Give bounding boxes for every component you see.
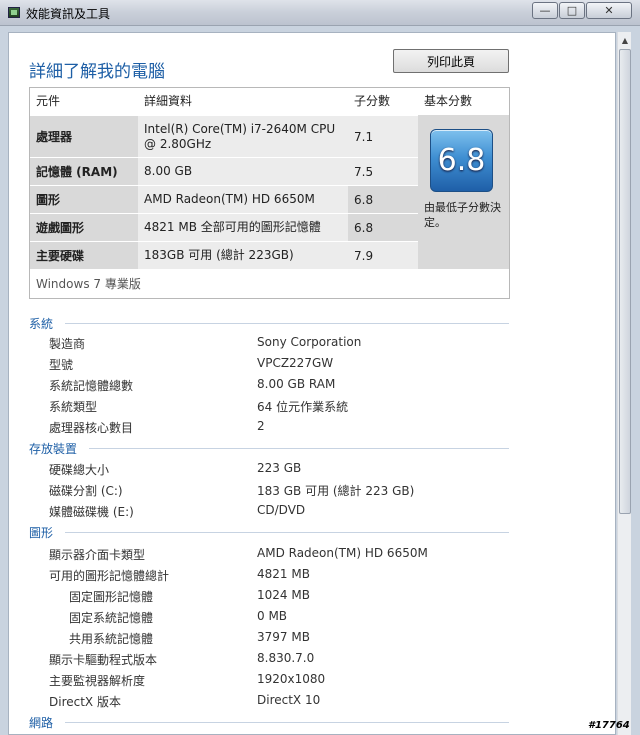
item-value: 8.00 GB RAM bbox=[257, 377, 336, 391]
component-subscore: 7.5 bbox=[348, 158, 418, 185]
item-value: 4821 MB bbox=[257, 567, 310, 581]
section-divider bbox=[65, 532, 509, 533]
section-title-network: 網路 bbox=[29, 716, 54, 730]
item-value: 1920x1080 bbox=[257, 672, 326, 686]
item-value: 2 bbox=[257, 419, 265, 433]
section-divider bbox=[89, 448, 509, 449]
section-title-graphics: 圖形 bbox=[29, 526, 54, 540]
component-detail: AMD Radeon(TM) HD 6650M bbox=[138, 186, 348, 213]
item-value: 223 GB bbox=[257, 461, 302, 475]
item-label: 磁碟分割 (C:) bbox=[49, 484, 123, 498]
vertical-scrollbar[interactable]: ▲ bbox=[617, 32, 631, 735]
window-title: 效能資訊及工具 bbox=[26, 7, 111, 21]
item-value: VPCZ227GW bbox=[257, 356, 334, 370]
item-value: 3797 MB bbox=[257, 630, 310, 644]
component-subscore: 7.9 bbox=[348, 242, 418, 269]
section-title-system: 系統 bbox=[29, 317, 54, 331]
section-divider bbox=[65, 722, 509, 723]
item-label: 處理器核心數目 bbox=[49, 421, 134, 435]
header-subscore: 子分數 bbox=[354, 94, 391, 108]
item-label: 製造商 bbox=[49, 337, 86, 351]
item-label: 可用的圖形記憶體總計 bbox=[49, 569, 170, 583]
section-divider bbox=[65, 323, 509, 324]
header-base-score: 基本分數 bbox=[424, 94, 473, 108]
item-value: 0 MB bbox=[257, 609, 288, 623]
base-score-badge: 6.8 bbox=[430, 129, 493, 192]
component-name: 圖形 bbox=[30, 186, 138, 213]
item-value: Sony Corporation bbox=[257, 335, 362, 349]
window-frame: 詳細了解我的電腦 列印此頁 元件 詳細資料 子分數 基本分數 處理器 Intel… bbox=[0, 26, 640, 735]
scroll-up-arrow-icon[interactable]: ▲ bbox=[618, 32, 632, 48]
item-value: 1024 MB bbox=[257, 588, 310, 602]
watermark: #17764 bbox=[588, 720, 630, 731]
component-name: 記憶體 (RAM) bbox=[30, 158, 138, 185]
component-detail: 183GB 可用 (總計 223GB) bbox=[138, 242, 348, 269]
item-label: 系統記憶體總數 bbox=[49, 379, 134, 393]
item-value: 183 GB 可用 (總計 223 GB) bbox=[257, 484, 415, 498]
item-label: 顯示器介面卡類型 bbox=[49, 548, 146, 562]
item-value: 64 位元作業系統 bbox=[257, 400, 349, 414]
title-bar: 效能資訊及工具 — □ ✕ bbox=[0, 0, 640, 26]
item-value: 8.830.7.0 bbox=[257, 651, 315, 665]
item-label: 共用系統記憶體 bbox=[69, 632, 154, 646]
item-value: CD/DVD bbox=[257, 503, 306, 517]
score-table: 元件 詳細資料 子分數 基本分數 處理器 Intel(R) Core(TM) i… bbox=[29, 87, 510, 299]
os-edition: Windows 7 專業版 bbox=[36, 277, 141, 291]
print-page-button[interactable]: 列印此頁 bbox=[393, 49, 509, 73]
component-name: 主要硬碟 bbox=[30, 242, 138, 269]
header-details: 詳細資料 bbox=[144, 94, 193, 108]
minimize-button[interactable]: — bbox=[532, 2, 558, 19]
section-title-storage: 存放裝置 bbox=[29, 442, 78, 456]
item-label: 固定系統記憶體 bbox=[69, 611, 154, 625]
item-label: 型號 bbox=[49, 358, 74, 372]
item-value: AMD Radeon(TM) HD 6650M bbox=[257, 546, 428, 560]
scrollbar-thumb[interactable] bbox=[619, 49, 631, 514]
item-label: DirectX 版本 bbox=[49, 695, 121, 709]
header-component: 元件 bbox=[36, 94, 61, 108]
item-label: 媒體磁碟機 (E:) bbox=[49, 505, 134, 519]
component-subscore: 7.1 bbox=[348, 116, 418, 157]
component-subscore: 6.8 bbox=[348, 214, 418, 241]
content-pane: 詳細了解我的電腦 列印此頁 元件 詳細資料 子分數 基本分數 處理器 Intel… bbox=[8, 32, 616, 735]
component-subscore: 6.8 bbox=[348, 186, 418, 213]
item-label: 硬碟總大小 bbox=[49, 463, 110, 477]
close-button[interactable]: ✕ bbox=[586, 2, 632, 19]
component-detail: 4821 MB 全部可用的圖形記憶體 bbox=[138, 214, 348, 241]
item-label: 系統類型 bbox=[49, 400, 98, 414]
component-name: 遊戲圖形 bbox=[30, 214, 138, 241]
item-label: 主要監視器解析度 bbox=[49, 674, 146, 688]
component-detail: Intel(R) Core(TM) i7-2640M CPU @ 2.80GHz bbox=[138, 116, 348, 157]
maximize-button[interactable]: □ bbox=[559, 2, 585, 19]
base-score-note: 由最低子分數決定。 bbox=[424, 201, 501, 229]
performance-app-icon bbox=[8, 7, 20, 18]
base-score-area: 6.8 由最低子分數決定。 bbox=[418, 115, 509, 269]
item-label: 固定圖形記憶體 bbox=[69, 590, 154, 604]
item-label: 顯示卡驅動程式版本 bbox=[49, 653, 158, 667]
item-value: DirectX 10 bbox=[257, 693, 321, 707]
component-name: 處理器 bbox=[30, 116, 138, 157]
component-detail: 8.00 GB bbox=[138, 158, 348, 185]
page-title: 詳細了解我的電腦 bbox=[29, 62, 165, 82]
